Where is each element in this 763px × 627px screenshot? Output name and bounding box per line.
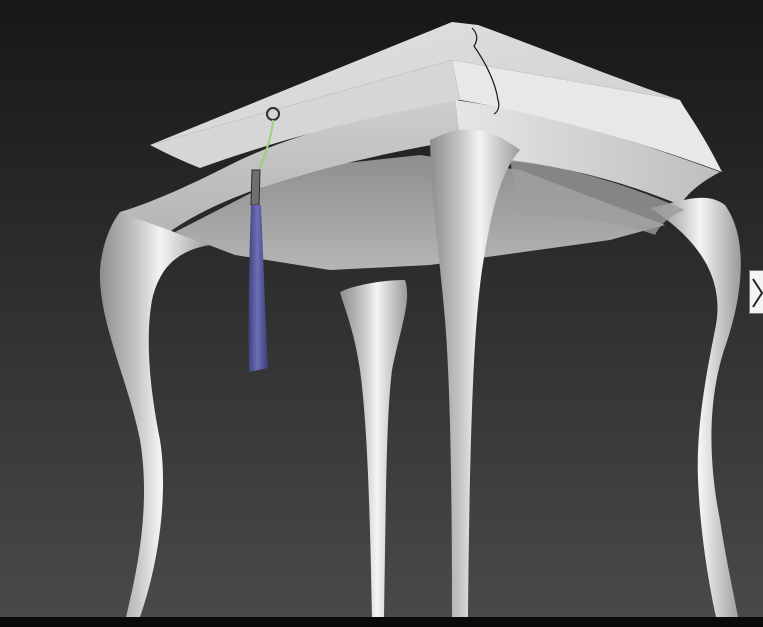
viewport-bottom-border bbox=[0, 617, 763, 627]
tassel-knot bbox=[250, 169, 261, 206]
chevron-right-icon bbox=[752, 278, 763, 308]
viewport-render[interactable] bbox=[0, 0, 763, 627]
3d-viewport[interactable] bbox=[0, 0, 763, 627]
panel-toggle-button[interactable] bbox=[749, 270, 763, 314]
